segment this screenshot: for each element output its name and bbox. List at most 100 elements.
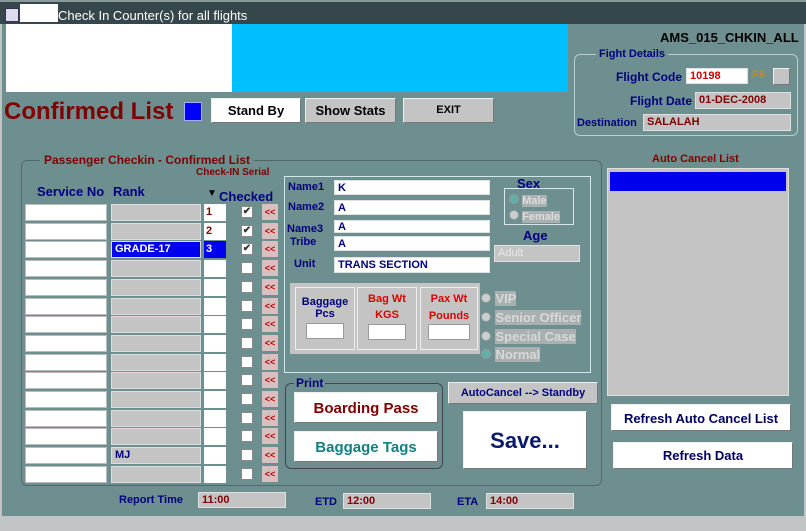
senior-officer-radio[interactable]: Senior Officer [481,309,582,327]
auto-cancel-selected-row[interactable] [610,172,786,191]
remove-button[interactable]: << [262,241,278,258]
serial-cell[interactable] [204,278,226,296]
normal-radio[interactable]: Normal [481,346,541,364]
service-no-cell[interactable] [25,316,107,334]
rank-cell[interactable] [111,316,201,334]
remove-button[interactable]: << [262,465,278,482]
serial-cell[interactable] [204,409,226,427]
serial-cell[interactable] [204,465,226,483]
service-no-cell[interactable] [25,297,107,315]
unit-input[interactable]: TRANS SECTION [334,257,490,273]
serial-cell[interactable] [204,316,226,334]
rank-cell[interactable] [111,204,201,221]
serial-cell[interactable]: 1 [204,204,226,221]
special-case-radio[interactable]: Special Case [481,328,576,346]
checked-checkbox[interactable]: ✔ [241,224,253,237]
remove-button[interactable]: << [262,334,278,351]
checked-checkbox[interactable]: ✔ [241,206,253,218]
exit-button[interactable]: EXIT [403,98,494,123]
serial-cell[interactable] [204,260,226,278]
remove-button[interactable]: << [262,297,278,314]
sort-arrow-icon[interactable]: ▼ [207,188,217,199]
remove-button[interactable]: << [262,278,278,295]
rank-cell[interactable] [111,334,201,352]
serial-cell[interactable]: 3 [204,241,226,259]
name1-input[interactable]: K [334,180,490,195]
service-no-cell[interactable] [25,428,107,446]
save-button[interactable]: Save... [463,411,587,469]
rank-cell[interactable] [111,465,201,483]
rank-cell[interactable] [111,278,201,296]
remove-button[interactable]: << [262,222,278,239]
pax-wt-input[interactable] [428,324,470,340]
name2-input[interactable]: A [334,200,490,215]
serial-cell[interactable] [204,447,226,465]
checked-checkbox[interactable] [241,280,253,293]
remove-button[interactable]: << [262,391,278,407]
service-no-cell[interactable] [25,241,107,259]
rank-cell[interactable] [111,353,201,371]
flight-code-input[interactable]: 10198 [686,68,748,84]
service-no-cell[interactable] [25,372,107,390]
checked-checkbox[interactable] [241,449,253,462]
show-stats-button[interactable]: Show Stats [305,98,396,123]
checked-checkbox[interactable] [241,393,253,405]
service-no-cell[interactable] [25,278,107,296]
service-no-cell[interactable] [25,334,107,352]
checked-checkbox[interactable] [241,318,253,331]
rank-cell[interactable] [111,372,201,390]
checked-checkbox[interactable]: ✔ [241,243,253,256]
service-no-cell[interactable] [25,447,107,465]
rank-cell[interactable] [111,391,201,408]
auto-cancel-list[interactable] [607,168,789,396]
vip-radio[interactable]: VIP [481,290,517,308]
service-no-cell[interactable] [25,465,107,483]
serial-cell[interactable] [204,372,226,390]
serial-cell[interactable] [204,297,226,315]
serial-cell[interactable]: 2 [204,222,226,240]
rank-cell[interactable]: MJ [111,447,201,465]
service-no-cell[interactable] [25,204,107,221]
checked-checkbox[interactable] [241,430,253,443]
checked-checkbox[interactable] [241,299,253,312]
sex-male-radio[interactable]: Male [509,194,547,207]
remove-button[interactable]: << [262,447,278,464]
refresh-auto-cancel-button[interactable]: Refresh Auto Cancel List [611,404,791,431]
remove-button[interactable]: << [262,353,278,370]
serial-cell[interactable] [204,428,226,446]
remove-button[interactable]: << [262,204,278,220]
serial-cell[interactable] [204,334,226,352]
service-no-cell[interactable] [25,260,107,278]
standby-button[interactable]: Stand By [211,98,301,123]
autocancel-standby-button[interactable]: AutoCancel --> Standby [448,382,598,404]
age-select[interactable]: Adult [494,245,580,262]
refresh-data-button[interactable]: Refresh Data [613,442,793,469]
remove-button[interactable]: << [262,428,278,445]
rank-cell[interactable] [111,222,201,240]
serial-cell[interactable] [204,391,226,408]
checked-checkbox[interactable] [241,262,253,275]
tribe-input[interactable]: A [334,236,490,251]
remove-button[interactable]: << [262,260,278,277]
baggage-tags-button[interactable]: Baggage Tags [294,431,438,462]
rank-cell[interactable] [111,428,201,446]
rank-cell[interactable] [111,297,201,315]
service-no-cell[interactable] [25,353,107,371]
serial-cell[interactable] [204,353,226,371]
remove-button[interactable]: << [262,409,278,426]
service-no-cell[interactable] [25,222,107,240]
bag-wt-input[interactable] [368,324,406,340]
rank-cell[interactable] [111,260,201,278]
checked-checkbox[interactable] [241,355,253,368]
sex-female-radio[interactable]: Female [509,210,560,223]
rank-cell[interactable]: GRADE-17 [111,241,201,259]
boarding-pass-button[interactable]: Boarding Pass [294,392,438,423]
remove-button[interactable]: << [262,372,278,389]
name3-input[interactable]: A [334,220,490,233]
service-no-cell[interactable] [25,409,107,427]
checked-checkbox[interactable] [241,411,253,424]
checked-checkbox[interactable] [241,374,253,387]
service-no-cell[interactable] [25,391,107,408]
checked-checkbox[interactable] [241,467,253,480]
remove-button[interactable]: << [262,316,278,333]
